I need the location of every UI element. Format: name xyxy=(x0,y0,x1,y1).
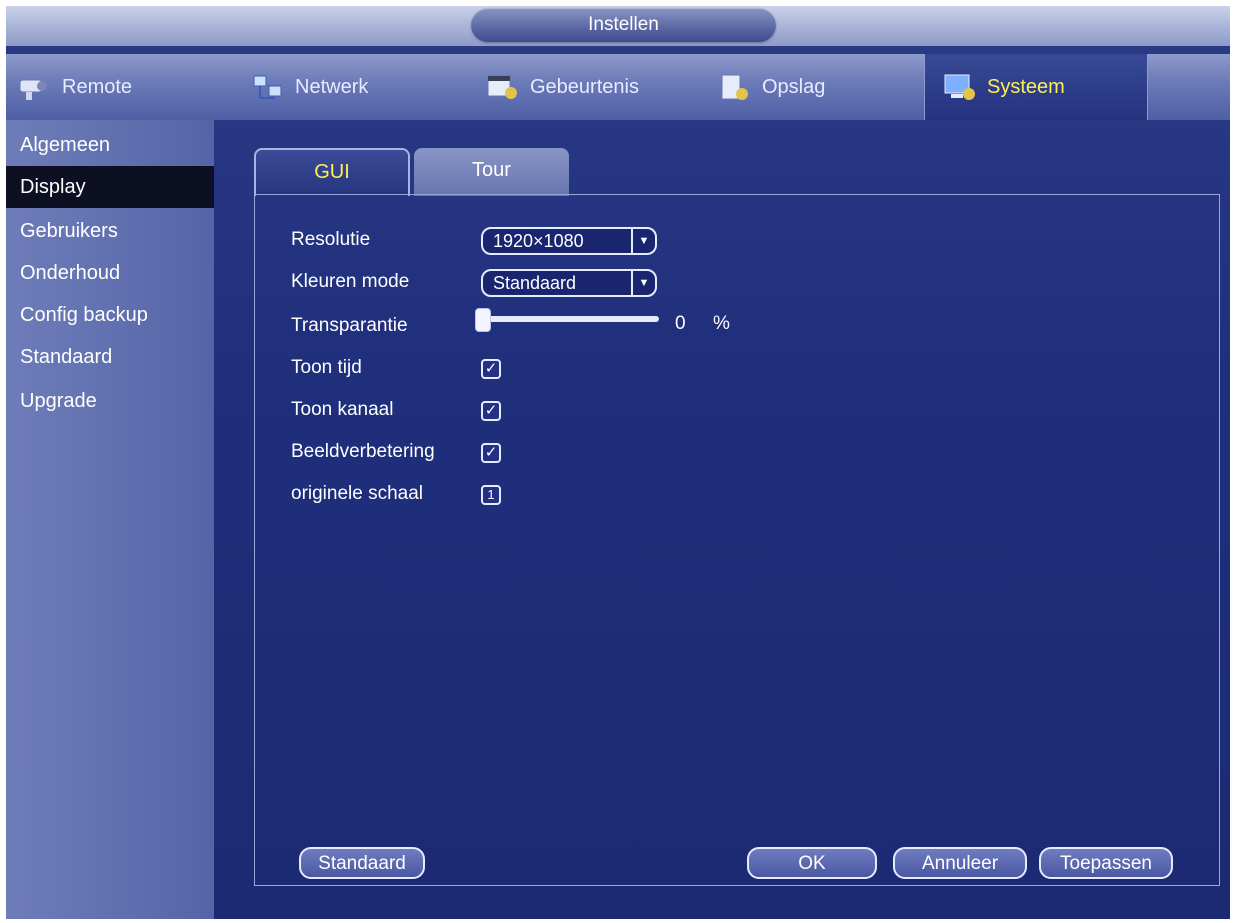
topnav-label: Netwerk xyxy=(295,75,369,98)
transparency-value: 0 xyxy=(675,313,686,334)
topnav-label: Remote xyxy=(62,75,133,98)
topnav-item-systeem[interactable]: Systeem xyxy=(924,54,1148,120)
cancel-button[interactable]: Annuleer xyxy=(893,847,1027,879)
show-channel-checkbox[interactable]: ✓ xyxy=(481,401,501,421)
resolution-value: 1920×1080 xyxy=(493,230,584,251)
topnav-label: Systeem xyxy=(987,75,1065,98)
window-title: Instellen xyxy=(471,8,776,42)
original-scale-row: originele schaal xyxy=(291,477,423,511)
sidebar-item-onderhoud[interactable]: Onderhoud xyxy=(6,252,214,294)
chevron-down-icon: ▼ xyxy=(631,229,655,253)
event-icon xyxy=(486,72,520,102)
topnav-item-netwerk[interactable]: Netwerk xyxy=(251,54,471,120)
topnav-item-opslag[interactable]: Opslag xyxy=(718,54,918,120)
chevron-down-icon: ▼ xyxy=(631,271,655,295)
apply-button[interactable]: Toepassen xyxy=(1039,847,1173,879)
color-mode-select[interactable]: Standaard ▼ xyxy=(481,269,657,297)
transparency-row: Transparantie xyxy=(291,309,408,343)
resolution-select[interactable]: 1920×1080 ▼ xyxy=(481,227,657,255)
default-button[interactable]: Standaard xyxy=(299,847,425,879)
top-navigation: Remote Netwerk Gebeurtenis Opslag Systee… xyxy=(6,54,1230,120)
storage-icon xyxy=(718,72,752,102)
show-channel-row: Toon kanaal xyxy=(291,393,393,427)
color-mode-value: Standaard xyxy=(493,272,577,293)
sidebar-item-standaard[interactable]: Standaard xyxy=(6,336,214,378)
title-bar: Instellen xyxy=(6,6,1230,46)
tab-gui[interactable]: GUI xyxy=(254,148,410,196)
slider-handle[interactable] xyxy=(475,308,491,332)
settings-window: Instellen Remote Netwerk Gebeurtenis Ops… xyxy=(6,6,1230,919)
image-enhance-label: Beeldverbetering xyxy=(291,441,435,462)
original-scale-label: originele schaal xyxy=(291,483,424,504)
system-icon xyxy=(943,72,977,102)
transparency-slider[interactable] xyxy=(483,316,659,322)
sidebar-item-upgrade[interactable]: Upgrade xyxy=(6,380,214,422)
sidebar: Algemeen Display Gebruikers Onderhoud Co… xyxy=(6,120,214,919)
show-time-row: Toon tijd xyxy=(291,351,362,385)
image-enhance-checkbox[interactable]: ✓ xyxy=(481,443,501,463)
color-mode-row: Kleuren mode xyxy=(291,265,409,299)
color-mode-label: Kleuren mode xyxy=(291,271,410,292)
show-time-checkbox[interactable]: ✓ xyxy=(481,359,501,379)
resolution-label: Resolutie xyxy=(291,229,371,250)
tab-bar: GUI Tour xyxy=(254,148,654,196)
camera-icon xyxy=(18,72,52,102)
main-content: GUI Tour Resolutie 1920×1080 ▼ Kleuren m… xyxy=(214,120,1230,919)
sidebar-item-algemeen[interactable]: Algemeen xyxy=(6,124,214,166)
ok-button[interactable]: OK xyxy=(747,847,877,879)
sidebar-item-display[interactable]: Display xyxy=(6,166,214,208)
show-time-label: Toon tijd xyxy=(291,357,362,378)
transparency-unit: % xyxy=(713,313,730,334)
transparency-label: Transparantie xyxy=(291,315,408,336)
topnav-item-remote[interactable]: Remote xyxy=(6,54,218,120)
topnav-label: Opslag xyxy=(762,75,826,98)
network-icon xyxy=(251,72,285,102)
image-enhance-row: Beeldverbetering xyxy=(291,435,435,469)
sidebar-item-config-backup[interactable]: Config backup xyxy=(6,294,214,336)
show-channel-label: Toon kanaal xyxy=(291,399,394,420)
resolution-row: Resolutie xyxy=(291,223,370,257)
tab-tour[interactable]: Tour xyxy=(414,148,569,196)
topnav-item-gebeurtenis[interactable]: Gebeurtenis xyxy=(486,54,706,120)
settings-panel: Resolutie 1920×1080 ▼ Kleuren mode Stand… xyxy=(254,194,1220,886)
topnav-label: Gebeurtenis xyxy=(530,75,639,98)
original-scale-box[interactable]: 1 xyxy=(481,485,501,505)
sidebar-item-gebruikers[interactable]: Gebruikers xyxy=(6,210,214,252)
